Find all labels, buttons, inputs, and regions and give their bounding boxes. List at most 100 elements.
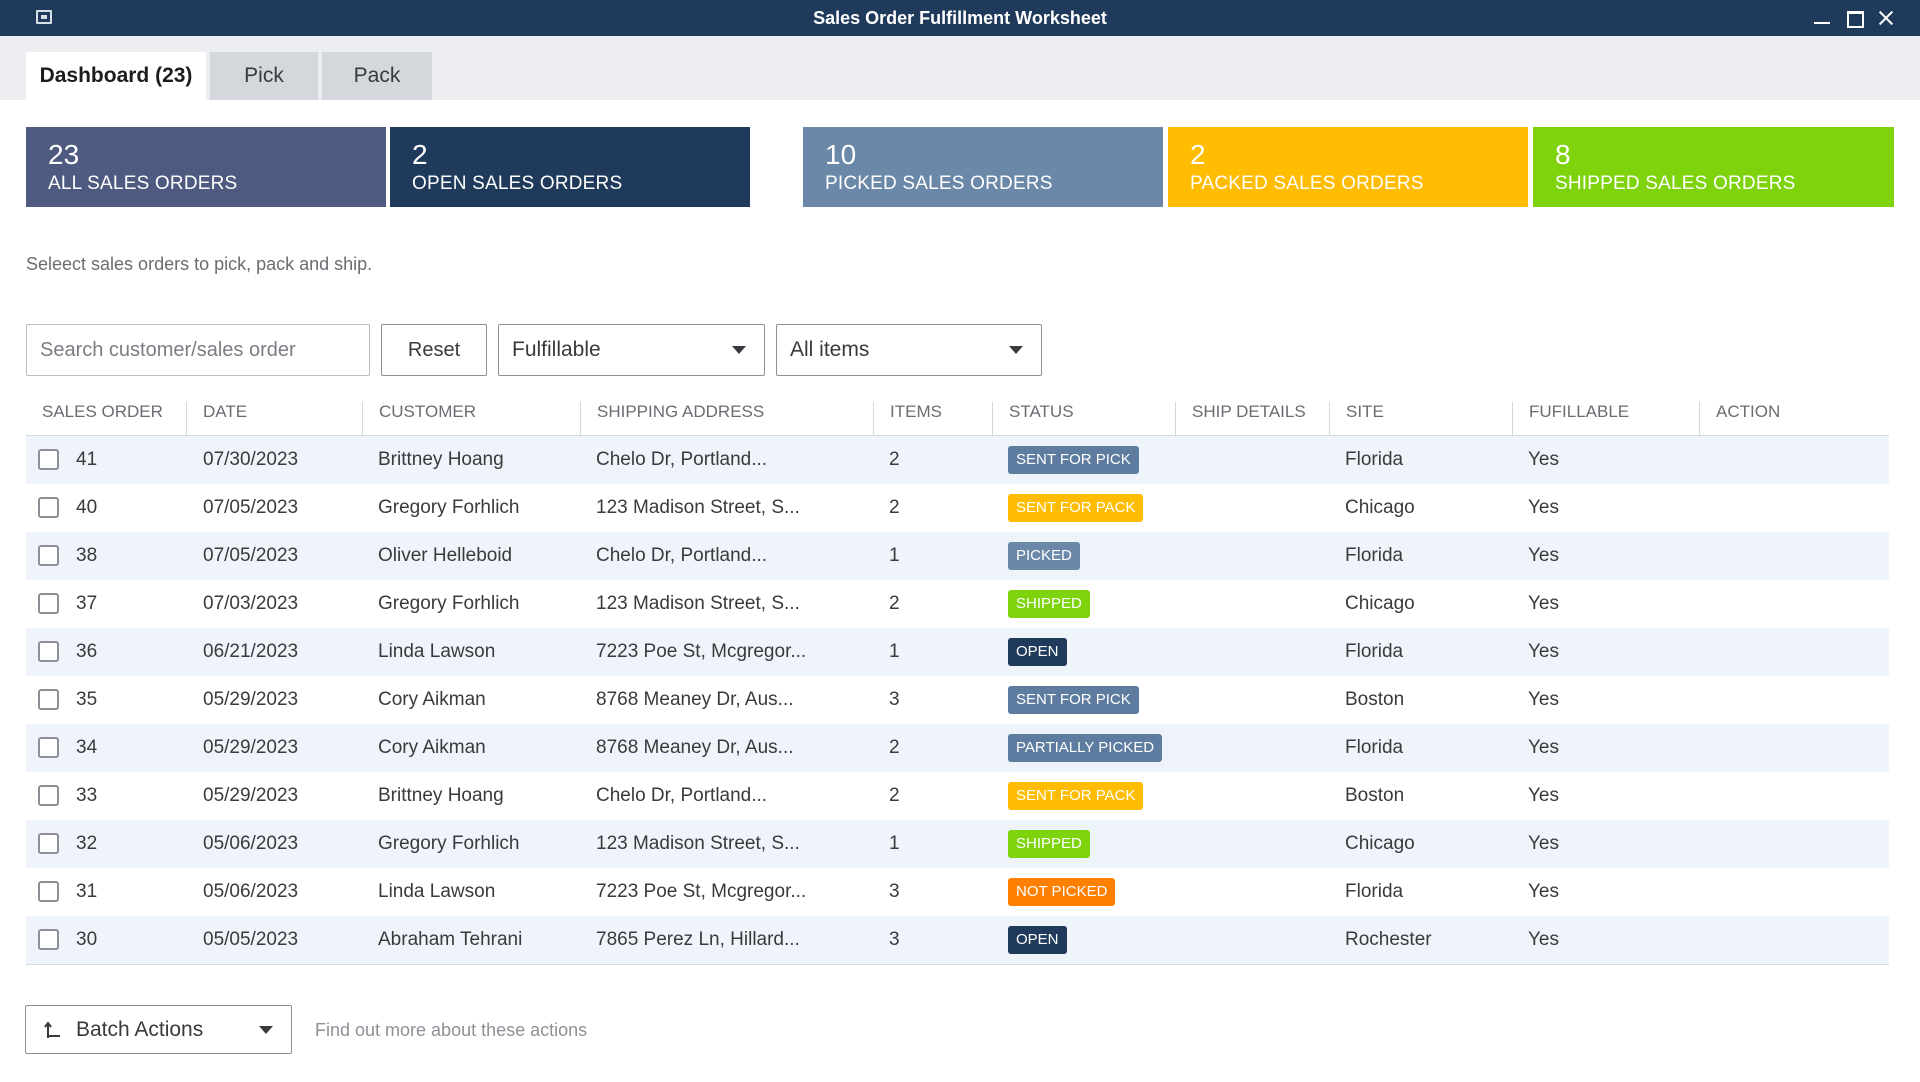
search-input[interactable] bbox=[26, 324, 370, 376]
order-cell[interactable]: 37 bbox=[76, 580, 97, 628]
status-badge: PICKED bbox=[1008, 541, 1080, 570]
card-open-sales-orders[interactable]: 2 OPEN SALES ORDERS bbox=[390, 127, 750, 207]
reset-button[interactable]: Reset bbox=[381, 324, 487, 376]
card-packed-sales-orders[interactable]: 2 PACKED SALES ORDERS bbox=[1168, 127, 1528, 207]
date-cell: 07/05/2023 bbox=[203, 497, 299, 518]
close-icon[interactable] bbox=[1874, 6, 1898, 30]
row-checkbox[interactable] bbox=[38, 929, 59, 950]
order-cell[interactable]: 34 bbox=[76, 724, 97, 772]
table-row[interactable]: 35 05/29/2023 Cory Aikman 8768 Meaney Dr, A… bbox=[26, 676, 1889, 724]
customer-cell: Oliver Helleboid bbox=[378, 545, 513, 566]
tab-dashboard[interactable]: Dashboard (23) bbox=[26, 52, 206, 100]
row-checkbox[interactable] bbox=[38, 737, 59, 758]
row-checkbox[interactable] bbox=[38, 641, 59, 662]
column-header[interactable]: FUFILLABLE bbox=[1512, 402, 1699, 436]
address-cell: 123 Madison Street, S... bbox=[596, 833, 800, 854]
column-header[interactable]: ITEMS bbox=[873, 402, 992, 436]
items-cell: 2 bbox=[889, 449, 900, 470]
tab-pack[interactable]: Pack bbox=[322, 52, 432, 100]
table-row[interactable]: 31 05/06/2023 Linda Lawson 7223 Poe St, Mcg… bbox=[26, 868, 1889, 916]
order-cell[interactable]: 40 bbox=[76, 484, 97, 532]
order-cell[interactable]: 32 bbox=[76, 820, 97, 868]
row-checkbox[interactable] bbox=[38, 785, 59, 806]
site-cell: Florida bbox=[1345, 641, 1404, 662]
table-row[interactable]: 32 05/06/2023 Gregory Forhlich 123 Madison … bbox=[26, 820, 1889, 868]
fulfillable-dropdown-value: Fulfillable bbox=[512, 338, 601, 361]
card-count: 23 bbox=[48, 139, 80, 170]
fulfillable-dropdown[interactable]: Fulfillable bbox=[498, 324, 765, 376]
table-row[interactable]: 37 07/03/2023 Gregory Forhlich 123 Madison … bbox=[26, 580, 1889, 628]
status-badge: SHIPPED bbox=[1008, 829, 1090, 858]
customer-cell: Linda Lawson bbox=[378, 881, 496, 902]
order-cell[interactable]: 33 bbox=[76, 772, 97, 820]
table-row[interactable]: 38 07/05/2023 Oliver Helleboid Chelo Dr, Po… bbox=[26, 532, 1889, 580]
order-cell[interactable]: 31 bbox=[76, 868, 97, 916]
customer-cell: Cory Aikman bbox=[378, 737, 486, 758]
chevron-down-icon bbox=[732, 346, 746, 354]
address-cell: 8768 Meaney Dr, Aus... bbox=[596, 689, 794, 710]
date-cell: 06/21/2023 bbox=[203, 641, 299, 662]
fulfillable-cell: Yes bbox=[1528, 449, 1559, 470]
site-cell: Chicago bbox=[1345, 497, 1415, 518]
column-header[interactable]: SHIP DETAILS bbox=[1175, 402, 1329, 436]
column-header[interactable]: ACTION bbox=[1699, 402, 1889, 436]
status-cell: PARTIALLY PICKED bbox=[1008, 724, 1163, 772]
site-cell: Boston bbox=[1345, 785, 1405, 806]
column-header[interactable]: DATE bbox=[186, 402, 362, 436]
tab-strip: Dashboard (23) Pick Pack bbox=[0, 36, 1920, 100]
status-badge: PARTIALLY PICKED bbox=[1008, 733, 1163, 762]
row-checkbox[interactable] bbox=[38, 449, 59, 470]
card-label: PACKED SALES ORDERS bbox=[1190, 173, 1424, 194]
maximize-icon[interactable] bbox=[1842, 6, 1866, 30]
status-badge: SHIPPED bbox=[1008, 589, 1090, 618]
table-row[interactable]: 41 07/30/2023 Brittney Hoang Chelo Dr, Port… bbox=[26, 436, 1889, 484]
status-cell: PICKED bbox=[1008, 532, 1080, 580]
title-bar: Sales Order Fulfillment Worksheet bbox=[0, 0, 1920, 36]
customer-cell: Gregory Forhlich bbox=[378, 833, 520, 854]
card-label: ALL SALES ORDERS bbox=[48, 173, 238, 194]
card-all-sales-orders[interactable]: 23 ALL SALES ORDERS bbox=[26, 127, 386, 207]
row-checkbox[interactable] bbox=[38, 497, 59, 518]
status-cell: OPEN bbox=[1008, 628, 1067, 676]
row-checkbox[interactable] bbox=[38, 593, 59, 614]
table-row[interactable]: 36 06/21/2023 Linda Lawson 7223 Poe St, Mcg… bbox=[26, 628, 1889, 676]
table-row[interactable]: 30 05/05/2023 Abraham Tehrani 7865 Perez Ln… bbox=[26, 916, 1889, 964]
row-checkbox[interactable] bbox=[38, 689, 59, 710]
order-cell[interactable]: 38 bbox=[76, 532, 97, 580]
status-badge: SENT FOR PACK bbox=[1008, 781, 1144, 810]
learn-more-link[interactable]: Find out more about these actions bbox=[315, 1020, 587, 1041]
items-cell: 1 bbox=[889, 545, 900, 566]
status-cell: NOT PICKED bbox=[1008, 868, 1116, 916]
status-cell: OPEN bbox=[1008, 916, 1067, 964]
column-header[interactable]: SITE bbox=[1329, 402, 1512, 436]
card-count: 10 bbox=[825, 139, 857, 170]
card-shipped-sales-orders[interactable]: 8 SHIPPED SALES ORDERS bbox=[1533, 127, 1894, 207]
items-dropdown[interactable]: All items bbox=[776, 324, 1042, 376]
batch-actions-dropdown[interactable]: Batch Actions bbox=[25, 1005, 292, 1054]
table-row[interactable]: 34 05/29/2023 Cory Aikman 8768 Meaney Dr, A… bbox=[26, 724, 1889, 772]
row-checkbox[interactable] bbox=[38, 545, 59, 566]
minimize-icon[interactable] bbox=[1810, 6, 1834, 30]
table-header: SALES ORDER DATE CUSTOMER SHIPPING ADDRE… bbox=[26, 398, 1889, 436]
order-cell[interactable]: 35 bbox=[76, 676, 97, 724]
row-checkbox[interactable] bbox=[38, 833, 59, 854]
column-header[interactable]: SALES ORDER bbox=[26, 402, 186, 436]
items-cell: 3 bbox=[889, 929, 900, 950]
order-cell[interactable]: 41 bbox=[76, 436, 97, 484]
column-header[interactable]: STATUS bbox=[992, 402, 1175, 436]
order-cell[interactable]: 36 bbox=[76, 628, 97, 676]
status-cell: SENT FOR PACK bbox=[1008, 484, 1144, 532]
card-picked-sales-orders[interactable]: 10 PICKED SALES ORDERS bbox=[803, 127, 1163, 207]
status-badge: SENT FOR PICK bbox=[1008, 685, 1139, 714]
table-row[interactable]: 33 05/29/2023 Brittney Hoang Chelo Dr, Port… bbox=[26, 772, 1889, 820]
fulfillable-cell: Yes bbox=[1528, 593, 1559, 614]
tab-pick[interactable]: Pick bbox=[210, 52, 318, 100]
order-cell[interactable]: 30 bbox=[76, 916, 97, 964]
row-checkbox[interactable] bbox=[38, 881, 59, 902]
column-header[interactable]: CUSTOMER bbox=[362, 402, 580, 436]
date-cell: 07/05/2023 bbox=[203, 545, 299, 566]
status-cell: SENT FOR PICK bbox=[1008, 436, 1139, 484]
table-row[interactable]: 40 07/05/2023 Gregory Forhlich 123 Madison … bbox=[26, 484, 1889, 532]
column-header[interactable]: SHIPPING ADDRESS bbox=[580, 402, 873, 436]
address-cell: 8768 Meaney Dr, Aus... bbox=[596, 737, 794, 758]
